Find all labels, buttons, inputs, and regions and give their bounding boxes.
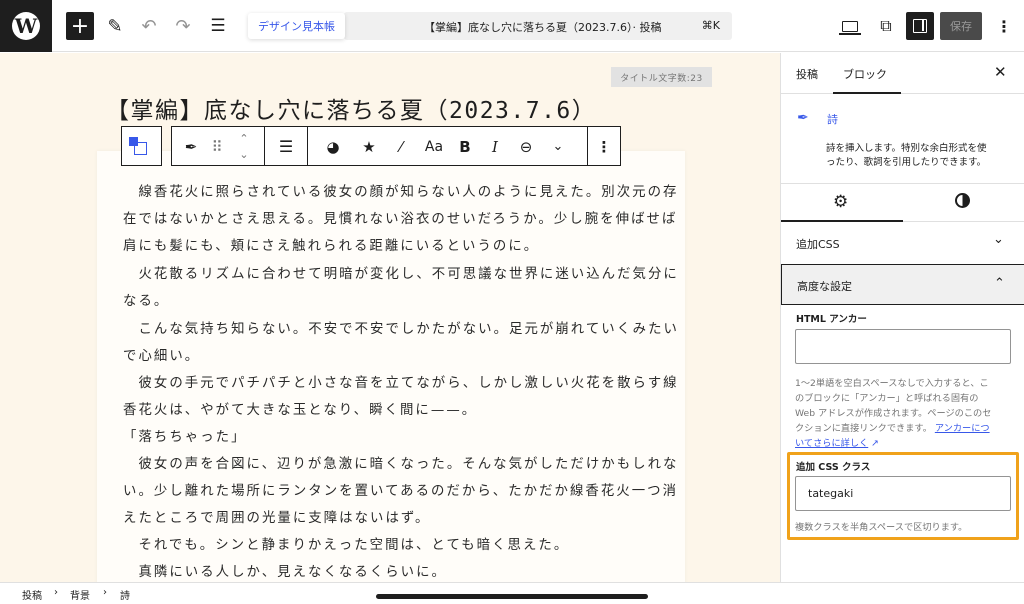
wordpress-icon: W — [12, 12, 40, 40]
css-class-label: 追加 CSS クラス — [796, 462, 871, 473]
sidebar-tabs: 投稿 ブロック ✕ — [781, 53, 1024, 94]
wordpress-logo-button[interactable]: W — [0, 0, 52, 52]
additional-css-title: 追加CSS — [796, 238, 840, 251]
external-arrow-icon: ↗ — [871, 438, 879, 449]
anchor-help-text: クションに直接リンクできます。 アンカーにつ — [795, 420, 990, 434]
command-title: 【掌編】底なし穴に落ちる夏（2023.7.6）· 投稿 — [424, 21, 662, 34]
device-preview-icon[interactable] — [836, 12, 864, 40]
tab-post[interactable]: 投稿 — [796, 66, 818, 82]
poem-line: 肩にも髪にも、頬にさえ触れられる距離にいるというのに。 — [123, 239, 540, 254]
anchor-help-link-line: いてさらに詳しく ↗ — [795, 435, 879, 449]
drag-handle-icon[interactable]: ⠿ — [207, 137, 227, 157]
html-anchor-input[interactable] — [795, 329, 1011, 364]
star-icon[interactable]: ★ — [359, 137, 379, 157]
poem-line: 「落ちちゃった」 — [123, 430, 247, 445]
settings-sidebar-toggle-icon[interactable] — [906, 12, 934, 40]
poem-line: なる。 — [123, 294, 170, 309]
color-palette-icon[interactable]: ◕ — [323, 137, 343, 157]
align-left-icon[interactable]: ☰ — [276, 137, 296, 157]
breadcrumb-item[interactable]: 背景 — [70, 587, 90, 602]
poem-block-icon: ✒ — [184, 138, 198, 156]
bold-icon[interactable]: B — [455, 137, 475, 157]
block-card: ✒ 詩 詩を挿入します。特別な余白形式を使 ったり、歌詞を引用したりできます。 — [781, 94, 1024, 184]
block-inserter-button[interactable]: + — [66, 12, 94, 40]
anchor-help-text: のブロックに「アンカー」と呼ばれる固有の — [795, 393, 979, 404]
css-class-help: 複数クラスを半角スペースで区切ります。 — [795, 522, 968, 533]
block-title: 詩 — [827, 113, 838, 126]
poem-line: で心細い。 — [123, 349, 201, 364]
chevron-up-icon: ⌃ — [994, 276, 1005, 291]
poem-line: 彼女の手元でパチパチと小さな音を立てながら、しかし激しい火花を散らす線 — [123, 376, 679, 391]
poem-line: 彼女の声を合図に、辺りが急激に暗くなった。そんな気がしただけかもしれな — [123, 457, 679, 472]
block-inspector-tabs: ⚙ — [781, 184, 1024, 222]
format-group: ◕ ★ ⁄ Aa B I ⊖ ⌄ — [307, 126, 588, 166]
block-options-group: ⋮ — [587, 126, 621, 166]
save-button[interactable]: 保存 — [940, 12, 982, 40]
styles-icon[interactable] — [955, 193, 970, 208]
anchor-learn-more-link[interactable]: いてさらに詳しく — [795, 438, 868, 449]
italic-icon[interactable]: I — [485, 137, 505, 157]
block-description: 詩を挿入します。特別な余白形式を使 — [826, 143, 987, 154]
link-icon[interactable]: ⊖ — [516, 137, 536, 157]
font-size-icon[interactable]: Aa — [421, 137, 447, 157]
anchor-help-text: 1〜2単語を空白スペースなしで入力すると、こ — [795, 378, 989, 389]
more-format-chevron-icon[interactable]: ⌄ — [548, 137, 568, 157]
undo-icon[interactable]: ↶ — [138, 11, 160, 41]
poem-block-icon: ✒ — [797, 110, 809, 126]
move-down-icon[interactable]: ⌄ — [234, 145, 254, 165]
advanced-panel-header[interactable]: 高度な設定 ⌃ — [781, 264, 1024, 305]
anchor-help-text: Web アドレスが作成されます。ページのこのセ — [795, 408, 992, 419]
block-toolbar: ✒ ⠿ ⌃ ⌄ ☰ ◕ ★ ⁄ Aa B I ⊖ ⌄ ⋮ — [121, 126, 621, 166]
anchor-learn-more-link[interactable]: アンカーにつ — [935, 423, 990, 434]
breadcrumb-separator-icon: › — [54, 587, 58, 598]
poem-line: えたところで周囲の光量に支障はないはず。 — [123, 511, 431, 526]
breadcrumb-separator-icon: › — [103, 587, 107, 598]
poem-line: こんな気持ち知らない。不安で不安でしかたがない。足元が崩れていくみたい — [123, 322, 679, 337]
additional-css-panel[interactable]: 追加CSS ⌄ — [781, 222, 1024, 265]
poem-line: 真隣にいる人しか、見えなくなるくらいに。 — [123, 565, 447, 580]
poem-line: い。少し離れた場所にランタンを置いてあるのだから、たかだか線香花火一つ消 — [123, 484, 679, 499]
tab-block[interactable]: ブロック — [843, 66, 887, 82]
breadcrumb-item: 詩 — [120, 591, 130, 602]
poem-line: 在ではないかとさえ思える。見慣れない浴衣のせいだろうか。少し腕を伸ばせば — [123, 212, 678, 227]
block-breadcrumb: 投稿 › 背景 › 詩 — [0, 582, 1024, 604]
home-indicator — [376, 594, 648, 599]
block-mover-group: ✒ ⠿ ⌃ ⌄ — [171, 126, 265, 166]
chevron-down-icon: ⌄ — [993, 232, 1004, 247]
settings-sidebar: 投稿 ブロック ✕ ✒ 詩 詩を挿入します。特別な余白形式を使 ったり、歌詞を引… — [780, 53, 1024, 582]
block-options-icon[interactable]: ⋮ — [594, 137, 614, 157]
block-description: ったり、歌詞を引用したりできます。 — [826, 157, 987, 168]
poem-line: 香花火は、やがて大きな玉となり、瞬く間に——。 — [123, 403, 478, 418]
more-options-icon[interactable]: ⋮ — [990, 12, 1018, 40]
pen-tool-icon[interactable]: ✎ — [104, 11, 126, 41]
anchor-help-text-end: クションに直接リンクできます。 — [795, 423, 932, 434]
external-link-icon[interactable]: ⧉ — [872, 12, 900, 40]
title-char-count: タイトル文字数:23 — [611, 67, 712, 87]
redo-icon[interactable]: ↷ — [172, 11, 194, 41]
pattern-library-link[interactable]: デザイン見本帳 — [248, 13, 345, 39]
close-icon[interactable]: ✕ — [994, 63, 1007, 81]
command-palette-bar[interactable]: 【掌編】底なし穴に落ちる夏（2023.7.6）· 投稿 ⌘K — [344, 12, 732, 40]
block-transform-icon — [128, 136, 150, 156]
command-shortcut: ⌘K — [701, 19, 720, 32]
list-view-icon[interactable]: ☰ — [206, 11, 230, 41]
poem-line: 線香花火に照らされている彼女の顔が知らない人のように見えた。別次元の存 — [123, 185, 679, 200]
post-title[interactable]: 【掌編】底なし穴に落ちる夏（2023.7.6） — [106, 91, 596, 125]
poem-line: それでも。シンと静まりかえった空間は、とても暗く思えた。 — [123, 538, 570, 553]
editor-canvas: タイトル文字数:23 【掌編】底なし穴に落ちる夏（2023.7.6） 線香花火に… — [0, 53, 780, 582]
block-transform-button[interactable] — [121, 126, 162, 166]
editor-header: W + ✎ ↶ ↷ ☰ 【掌編】底なし穴に落ちる夏（2023.7.6）· 投稿 … — [0, 0, 1024, 52]
align-group: ☰ — [264, 126, 308, 166]
breadcrumb-item[interactable]: 投稿 — [22, 587, 42, 602]
html-anchor-label: HTML アンカー — [796, 314, 867, 325]
advanced-title: 高度な設定 — [797, 280, 852, 293]
css-class-input[interactable]: tategaki — [795, 476, 1011, 511]
poem-line: 火花散るリズムに合わせて明暗が変化し、不可思議な世界に迷い込んだ気分に — [123, 267, 679, 282]
settings-gear-icon[interactable]: ⚙ — [833, 192, 848, 212]
highlight-pen-icon[interactable]: ⁄ — [391, 137, 411, 157]
